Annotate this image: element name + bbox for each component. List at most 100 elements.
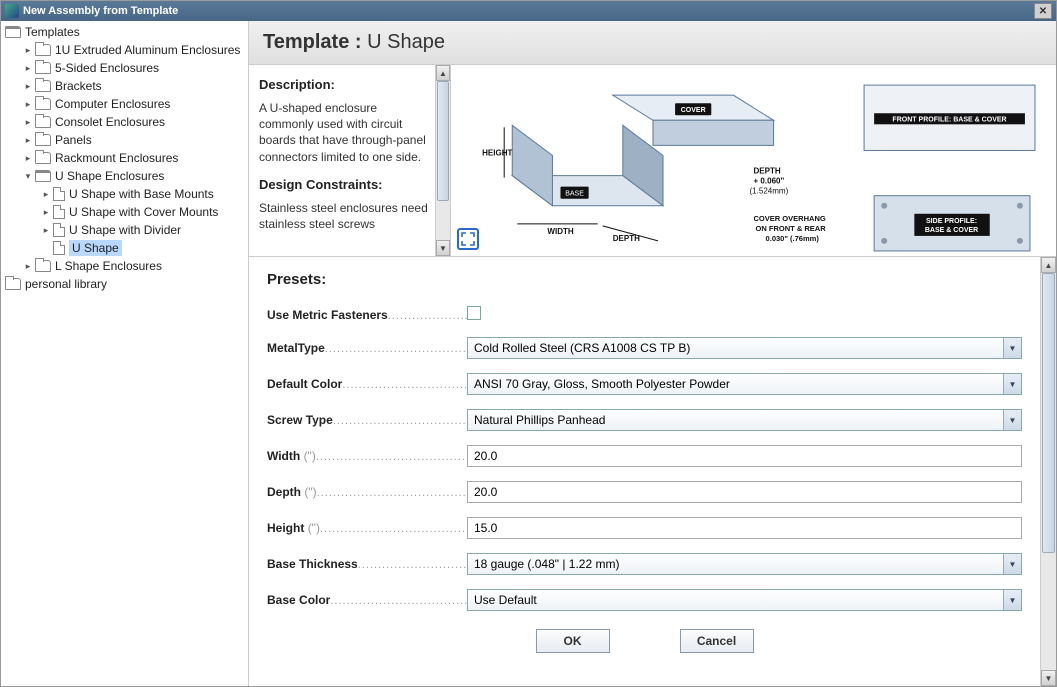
folder-open-icon xyxy=(5,26,21,38)
presets-scrollbar[interactable]: ▲ ▼ xyxy=(1040,257,1056,686)
expand-icon[interactable]: ▸ xyxy=(41,225,51,235)
tree-label: Computer Enclosures xyxy=(55,97,170,111)
expand-icon[interactable]: ▸ xyxy=(23,45,33,55)
scroll-down-icon[interactable]: ▼ xyxy=(1041,670,1056,686)
field-defaultcolor: Default Color ANSI 70 Gray, Gloss, Smoot… xyxy=(267,373,1022,395)
close-button[interactable]: ✕ xyxy=(1034,3,1052,19)
tree-item[interactable]: ▸U Shape with Cover Mounts xyxy=(1,203,248,221)
expand-icon[interactable]: ▸ xyxy=(23,135,33,145)
ok-button[interactable]: OK xyxy=(536,629,610,653)
baseth-value: 18 gauge (.048" | 1.22 mm) xyxy=(474,557,619,571)
diagram-front-profile: FRONT PROFILE: BASE & COVER xyxy=(892,116,1006,123)
expand-icon[interactable]: ▸ xyxy=(23,153,33,163)
metric-checkbox[interactable] xyxy=(467,306,481,320)
color-value: ANSI 70 Gray, Gloss, Smooth Polyester Po… xyxy=(474,377,730,391)
scroll-track[interactable] xyxy=(1041,273,1056,670)
baseth-label: Base Thickness xyxy=(267,557,358,571)
tree-item[interactable]: ▸ Computer Enclosures xyxy=(1,95,248,113)
template-title: Template : U Shape xyxy=(263,31,1042,54)
color-label: Default Color xyxy=(267,377,342,391)
window-title: New Assembly from Template xyxy=(23,5,178,17)
basec-value: Use Default xyxy=(474,593,537,607)
height-unit: (") xyxy=(308,521,320,535)
expand-icon[interactable]: ▸ xyxy=(41,207,51,217)
tree-item[interactable]: ▸5-Sided Enclosures xyxy=(1,59,248,77)
cancel-button[interactable]: Cancel xyxy=(680,629,754,653)
tree-item[interactable]: ▸1U Extruded Aluminum Enclosures xyxy=(1,41,248,59)
expand-icon[interactable]: ▸ xyxy=(41,189,51,199)
field-metric: Use Metric Fasteners xyxy=(267,306,1022,323)
chevron-down-icon: ▼ xyxy=(1003,338,1021,358)
folder-icon xyxy=(5,278,21,290)
tree-item[interactable]: ▸Rackmount Enclosures xyxy=(1,149,248,167)
constraints-body: Stainless steel enclosures need stainles… xyxy=(259,200,429,232)
diagram-width-label: WIDTH xyxy=(547,227,574,236)
diagram-depth-note: DEPTH xyxy=(754,167,781,176)
baseth-select[interactable]: 18 gauge (.048" | 1.22 mm)▼ xyxy=(467,553,1022,575)
template-tree: Templates ▸1U Extruded Aluminum Enclosur… xyxy=(1,21,249,686)
screw-select[interactable]: Natural Phillips Panhead▼ xyxy=(467,409,1022,431)
description-heading: Description: xyxy=(259,77,429,92)
folder-icon xyxy=(35,80,51,92)
tree-item[interactable]: ▸U Shape with Divider xyxy=(1,221,248,239)
basec-select[interactable]: Use Default▼ xyxy=(467,589,1022,611)
file-icon xyxy=(53,223,65,237)
expand-icon[interactable]: ▸ xyxy=(23,63,33,73)
color-select[interactable]: ANSI 70 Gray, Gloss, Smooth Polyester Po… xyxy=(467,373,1022,395)
tree-item[interactable]: ▸ L Shape Enclosures xyxy=(1,257,248,275)
field-basethickness: Base Thickness 18 gauge (.048" | 1.22 mm… xyxy=(267,553,1022,575)
scroll-thumb[interactable] xyxy=(437,81,449,201)
height-input[interactable] xyxy=(467,517,1022,539)
field-basecolor: Base Color Use Default▼ xyxy=(267,589,1022,611)
preview-diagram: BASE BASE HEIGHT WIDTH DEPTH xyxy=(451,65,1056,256)
depth-unit: (") xyxy=(304,485,316,499)
height-label: Height xyxy=(267,521,304,535)
diagram-overhang1: COVER OVERHANG xyxy=(754,214,826,223)
diagram-side-profile1: SIDE PROFILE: xyxy=(926,218,977,225)
template-header: Template : U Shape xyxy=(249,21,1056,65)
presets-section: Presets: Use Metric Fasteners MetalType … xyxy=(249,257,1056,686)
expand-preview-button[interactable] xyxy=(457,228,479,250)
tree-item-ushape-folder[interactable]: ▾U Shape Enclosures xyxy=(1,167,248,185)
folder-icon xyxy=(35,116,51,128)
depth-input[interactable] xyxy=(467,481,1022,503)
tree-item[interactable]: ▸U Shape with Base Mounts xyxy=(1,185,248,203)
scroll-thumb[interactable] xyxy=(1042,273,1055,553)
scroll-track[interactable] xyxy=(436,81,450,240)
width-unit: (") xyxy=(304,449,316,463)
tree-item-selected[interactable]: U Shape xyxy=(1,239,248,257)
expand-icon[interactable]: ▸ xyxy=(23,99,33,109)
file-icon xyxy=(53,241,65,255)
expand-icon[interactable]: ▸ xyxy=(23,117,33,127)
chevron-down-icon: ▼ xyxy=(1003,410,1021,430)
tree-root-personal[interactable]: personal library xyxy=(1,275,248,293)
description-scrollbar[interactable]: ▲ ▼ xyxy=(435,65,451,256)
scroll-up-icon[interactable]: ▲ xyxy=(1041,257,1056,273)
expand-icon[interactable]: ▸ xyxy=(23,81,33,91)
tree-item[interactable]: ▸Panels xyxy=(1,131,248,149)
folder-icon xyxy=(35,134,51,146)
expand-icon[interactable]: ▸ xyxy=(23,261,33,271)
tree-label: L Shape Enclosures xyxy=(55,259,162,273)
folder-icon xyxy=(35,98,51,110)
folder-icon xyxy=(35,44,51,56)
metaltype-select[interactable]: Cold Rolled Steel (CRS A1008 CS TP B)▼ xyxy=(467,337,1022,359)
constraints-heading: Design Constraints: xyxy=(259,177,429,192)
presets-title: Presets: xyxy=(267,271,1022,288)
description-body: A U-shaped enclosure commonly used with … xyxy=(259,100,429,165)
collapse-icon[interactable]: ▾ xyxy=(23,171,33,181)
width-input[interactable] xyxy=(467,445,1022,467)
scroll-down-icon[interactable]: ▼ xyxy=(436,240,450,256)
metric-label: Use Metric Fasteners xyxy=(267,308,388,322)
tree-item[interactable]: ▸Consolet Enclosures xyxy=(1,113,248,131)
tree-item[interactable]: ▸Brackets xyxy=(1,77,248,95)
description-text: Description: A U-shaped enclosure common… xyxy=(249,65,435,256)
diagram-base-label: BASE xyxy=(565,191,584,198)
scroll-up-icon[interactable]: ▲ xyxy=(436,65,450,81)
expand-icon xyxy=(461,232,475,246)
width-label: Width xyxy=(267,449,300,463)
tree-label: personal library xyxy=(25,277,107,291)
tree-root-templates[interactable]: Templates xyxy=(1,23,248,41)
folder-icon xyxy=(35,62,51,74)
file-icon xyxy=(53,187,65,201)
